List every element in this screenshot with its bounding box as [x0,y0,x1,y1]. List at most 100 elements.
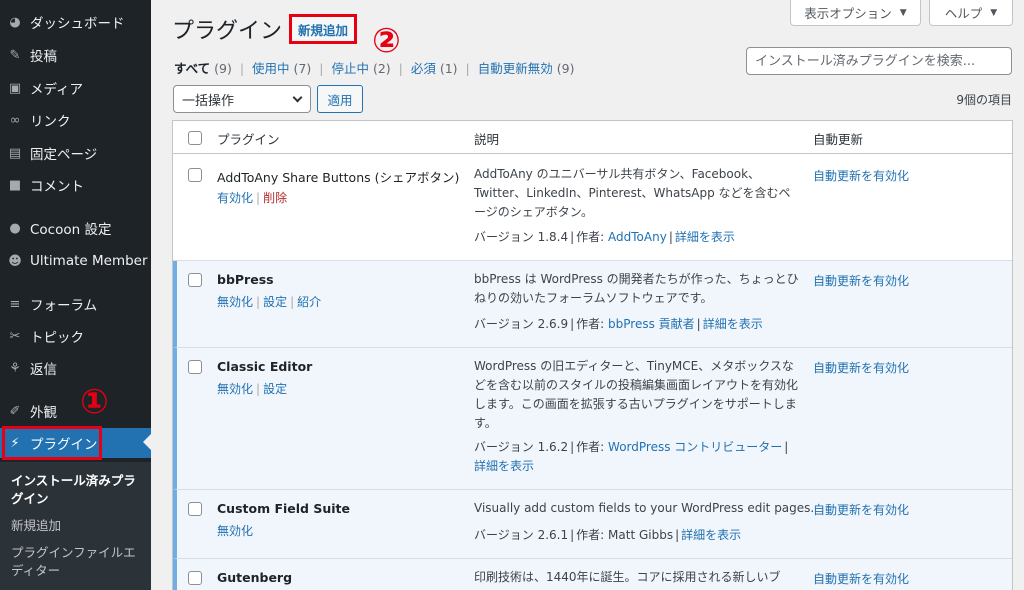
media-icon: ▣ [8,80,22,96]
column-header-plugin: プラグイン [217,132,280,147]
caret-down-icon: ▼ [990,7,998,18]
filter-all[interactable]: すべて [174,61,210,76]
enable-auto-update-link[interactable]: 自動更新を有効化 [813,167,909,184]
apply-button[interactable]: 適用 [317,85,363,113]
sidebar-item-appearance[interactable]: ✐ 外観 [0,396,151,426]
add-new-button[interactable]: 新規追加 [289,14,357,44]
table-row: Custom Field Suite 無効化 Visually add cust… [173,490,1012,559]
sidebar-item-ultimate-member[interactable]: ☻ Ultimate Member [0,246,151,276]
plugin-description: Visually add custom fields to your WordP… [474,501,815,515]
settings-link[interactable]: 設定 [263,382,287,396]
settings-link[interactable]: 設定 [263,295,287,309]
pin-icon: ✎ [9,47,21,63]
author-label: 作者: [576,440,605,454]
link-icon: ∞ [9,112,21,128]
table-row: AddToAny Share Buttons (シェアボタン) 有効化 | 削除 A… [173,155,1012,261]
delete-link[interactable]: 削除 [263,191,287,205]
filter-active-count: (7) [293,61,312,76]
user-icon: ☻ [8,253,22,269]
activate-link[interactable]: 有効化 [217,191,253,205]
sidebar-item-forums[interactable]: ≡ フォーラム [0,289,151,319]
meta-separator: | [696,317,701,331]
view-details-link[interactable]: 詳細を表示 [681,528,741,542]
plugin-version: バージョン 2.6.1 [474,528,569,542]
help-button[interactable]: ヘルプ ▼ [929,0,1013,26]
table-row: Gutenberg 印刷技術は、1440年に誕生。コアに採用される新しいブ 自動… [173,559,1012,590]
plugin-search-input[interactable] [746,47,1012,75]
comment-icon: ■ [8,177,22,193]
filter-auto-update-disabled-count: (9) [556,61,575,76]
sidebar-item-dashboard[interactable]: ◕ ダッシュボード [0,7,151,37]
filter-must-use-count: (1) [439,61,458,76]
row-checkbox[interactable] [188,168,202,182]
enable-auto-update-link[interactable]: 自動更新を有効化 [813,359,909,376]
action-separator: | [256,191,261,205]
bulk-action-select[interactable]: 一括操作 [173,85,311,113]
plugin-description: AddToAny のユニバーサル共有ボタン、Facebook、Twitter、L… [474,167,791,219]
filter-auto-update-disabled[interactable]: 自動更新無効 [478,61,553,76]
filter-separator: | [398,61,403,76]
view-details-link[interactable]: 詳細を表示 [474,459,534,473]
author-link[interactable]: bbPress 貢献者 [608,317,695,331]
view-details-link[interactable]: 詳細を表示 [675,230,735,244]
screen-options-button[interactable]: 表示オプション ▼ [790,0,921,26]
row-checkbox[interactable] [188,360,202,374]
plugin-version: バージョン 1.6.2 [474,440,569,454]
deactivate-link[interactable]: 無効化 [217,295,253,309]
row-actions: 無効化 | 設定 | 紹介 [217,293,321,310]
sidebar-item-replies[interactable]: ⚘ 返信 [0,353,151,383]
sidebar-item-media[interactable]: ▣ メディア [0,73,151,103]
row-checkbox[interactable] [188,273,202,287]
plugin-name: Classic Editor [217,359,313,374]
row-checkbox[interactable] [188,502,202,516]
sidebar-item-comments[interactable]: ■ コメント [0,170,151,200]
filter-separator: | [319,61,324,76]
filter-separator: | [465,61,470,76]
table-row: Classic Editor 無効化 | 設定 WordPress の旧エディターと… [173,348,1012,490]
filter-must-use[interactable]: 必須 [411,61,436,76]
select-all-checkbox[interactable] [188,131,202,145]
sidebar-item-posts[interactable]: ✎ 投稿 [0,40,151,70]
caret-down-icon: ▼ [899,7,907,18]
row-actions: 無効化 [217,522,253,539]
plugin-description: WordPress の旧エディターと、TinyMCE、メタボックスなどを含む以前… [474,359,799,430]
view-details-link[interactable]: 詳細を表示 [703,317,763,331]
meta-separator: | [570,440,575,454]
deactivate-link[interactable]: 無効化 [217,382,253,396]
sidebar-item-pages[interactable]: ▤ 固定ページ [0,138,151,168]
forum-icon: ≡ [9,296,21,312]
meta-separator: | [570,230,575,244]
about-link[interactable]: 紹介 [297,295,321,309]
author-label: 作者: [576,317,605,331]
plugin-name: Gutenberg [217,570,293,585]
author-link[interactable]: AddToAny [608,230,667,244]
enable-auto-update-link[interactable]: 自動更新を有効化 [813,501,909,518]
author-link[interactable]: WordPress コントリビューター [608,440,782,454]
action-separator: | [256,295,261,309]
sidebar-item-cocoon[interactable]: ● Cocoon 設定 [0,213,151,243]
filter-active[interactable]: 使用中 [252,61,290,76]
submenu-plugin-editor[interactable]: プラグインファイルエディター [11,544,146,580]
plugin-meta: バージョン 2.6.9 | 作者: bbPress 貢献者 | 詳細を表示 [474,315,802,334]
submenu-add-new[interactable]: 新規追加 [11,517,146,535]
row-checkbox[interactable] [188,571,202,585]
deactivate-link[interactable]: 無効化 [217,524,253,538]
sidebar-item-topics[interactable]: ✂ トピック [0,321,151,351]
current-menu-arrow [143,434,151,450]
plugins-submenu: インストール済みプラグイン 新規追加 プラグインファイルエディター [0,462,151,590]
enable-auto-update-link[interactable]: 自動更新を有効化 [813,272,909,289]
plugin-description: bbPress は WordPress の開発者たちが作った、ちょっとひねりの効… [474,272,799,305]
column-header-auto-update: 自動更新 [813,132,864,147]
plugin-description: 印刷技術は、1440年に誕生。コアに採用される新しいブ [474,570,781,584]
row-actions: 無効化 | 設定 [217,380,287,397]
annotation-number-two: ② [372,21,401,61]
help-label: ヘルプ [944,6,983,21]
sidebar-item-links[interactable]: ∞ リンク [0,105,151,135]
submenu-installed-plugins[interactable]: インストール済みプラグイン [11,472,146,508]
bulk-action-selected: 一括操作 [182,93,235,109]
enable-auto-update-link[interactable]: 自動更新を有効化 [813,570,909,587]
table-header: プラグイン 説明 自動更新 [173,121,1012,154]
plugin-version: バージョン 1.8.4 [474,230,569,244]
filter-inactive[interactable]: 停止中 [331,61,369,76]
filter-separator: | [239,61,245,76]
